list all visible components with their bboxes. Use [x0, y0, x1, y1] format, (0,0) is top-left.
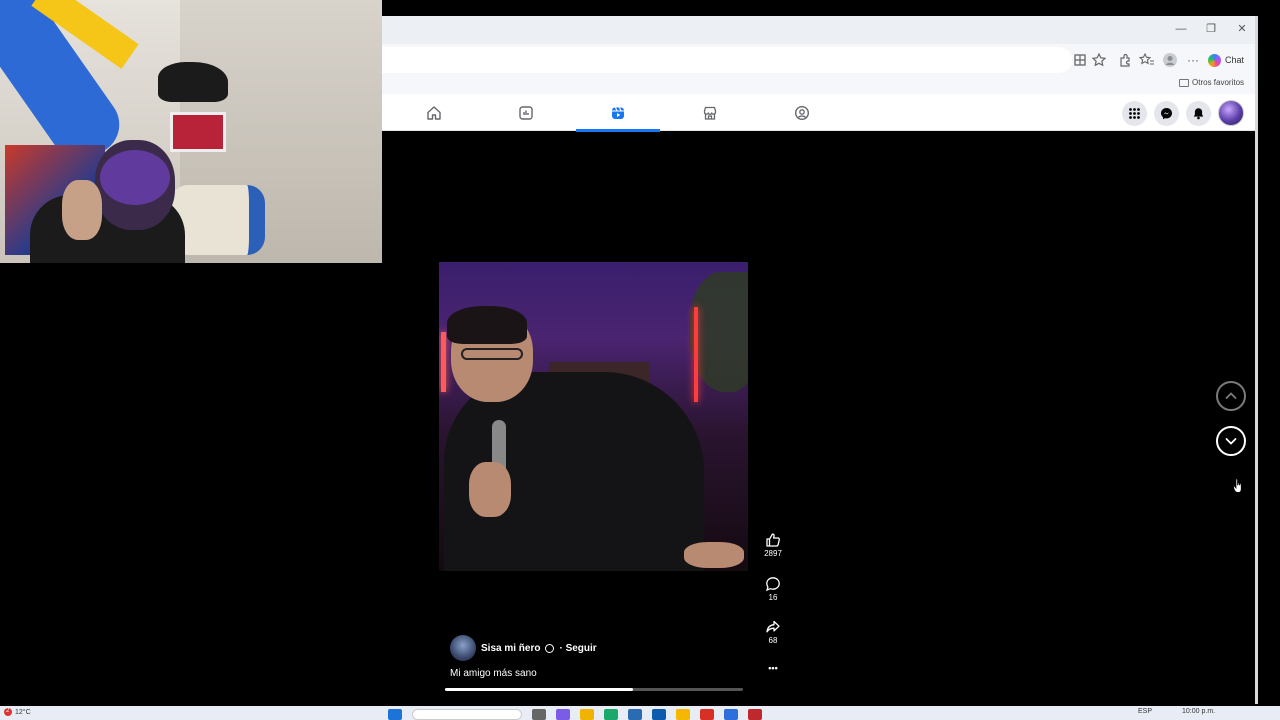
app-icon-2[interactable]: [724, 708, 738, 720]
app-icon-3[interactable]: [748, 708, 762, 720]
like-icon: [766, 533, 780, 547]
streamer-arm: [62, 180, 102, 240]
messenger-icon: [1161, 108, 1172, 120]
screen: — ❐ ✕ ··· Chat Otros favoritos 2897 16 6…: [0, 0, 1280, 720]
app-available-icon[interactable]: [1072, 52, 1088, 68]
marketplace-icon: [703, 106, 717, 120]
windows-taskbar: 2 12°C ESP 10:00 p.m.: [0, 706, 1280, 720]
neon-light-left: [441, 332, 446, 392]
video-icon: [519, 105, 533, 120]
comment-count: 16: [768, 593, 778, 602]
author-name[interactable]: Sisa mi ñero: [481, 643, 540, 654]
comment-button[interactable]: 16: [760, 576, 786, 603]
home-icon: [427, 105, 441, 120]
star-icon[interactable]: [1091, 52, 1107, 68]
gmail-icon[interactable]: [700, 708, 714, 720]
favorites-bar: Otros favoritos: [382, 76, 1255, 94]
speaker-hand-right: [684, 542, 744, 568]
store-icon[interactable]: [628, 708, 642, 720]
file-explorer-icon[interactable]: [580, 708, 594, 720]
speaker-hand: [469, 462, 511, 517]
clock[interactable]: 10:00 p.m.: [1182, 708, 1215, 715]
minimize-button[interactable]: —: [1174, 22, 1188, 36]
notification-count: 2: [6, 708, 10, 714]
sneakers: [158, 62, 228, 102]
streamer-hair: [100, 150, 170, 205]
edge-icon[interactable]: [604, 708, 618, 720]
red-box: [170, 112, 226, 152]
language-indicator[interactable]: ESP: [1138, 708, 1152, 715]
weather-widget[interactable]: 2 12°C: [4, 708, 31, 716]
close-button[interactable]: ✕: [1235, 22, 1249, 36]
windows-start-icon[interactable]: [388, 708, 402, 720]
widgets-icon[interactable]: [556, 708, 570, 720]
tab-watch[interactable]: [484, 94, 568, 131]
chat-label: Chat: [1225, 55, 1245, 65]
taskbar-apps: [388, 708, 762, 720]
notifications-button[interactable]: [1186, 101, 1211, 126]
system-tray: ESP 10:00 p.m.: [1138, 708, 1215, 715]
tab-home[interactable]: [392, 94, 476, 131]
share-button[interactable]: 68: [760, 619, 786, 646]
like-count: 2897: [764, 549, 782, 558]
menu-button[interactable]: [1122, 101, 1147, 126]
webcam-overlay: [0, 0, 382, 263]
verified-icon: [545, 643, 555, 653]
tab-reels[interactable]: [576, 94, 660, 132]
copilot-chat-button[interactable]: Chat: [1208, 50, 1244, 70]
reel-author: Sisa mi ñero · Seguir: [450, 635, 597, 661]
speaker-glasses: [461, 348, 523, 360]
hand-cursor-icon: [1233, 478, 1242, 493]
task-view-icon[interactable]: [532, 708, 546, 720]
like-button[interactable]: 2897: [760, 532, 786, 559]
tab-marketplace[interactable]: [668, 94, 752, 131]
other-favorites-folder[interactable]: Otros favoritos: [1179, 78, 1244, 87]
other-favorites-label: Otros favoritos: [1192, 78, 1245, 87]
profile-avatar[interactable]: [1218, 100, 1244, 126]
folder-icon: [1179, 78, 1189, 87]
favorites-icon[interactable]: [1138, 52, 1155, 68]
speaker-hair: [447, 306, 527, 344]
title-bar: — ❐ ✕: [382, 16, 1255, 44]
video-progress-fill: [445, 688, 633, 691]
more-icon[interactable]: ···: [1185, 52, 1201, 68]
reels-icon: [612, 106, 624, 119]
bell-icon: [1193, 108, 1204, 120]
author-avatar[interactable]: [450, 635, 476, 661]
address-bar-row: ··· Chat: [382, 44, 1255, 76]
copilot-icon: [1208, 53, 1221, 67]
follow-button[interactable]: · Seguir: [559, 643, 596, 654]
app-icon[interactable]: [652, 708, 666, 720]
address-input[interactable]: [382, 47, 1072, 73]
video-progress-bar[interactable]: [445, 688, 743, 691]
facebook-navbar: [382, 94, 1255, 132]
profile-icon[interactable]: [1162, 52, 1178, 68]
reel-video[interactable]: [439, 262, 748, 571]
next-reel-button[interactable]: [1216, 426, 1246, 456]
menu-grid-icon: [1129, 108, 1140, 119]
neon-light: [694, 307, 698, 402]
chrome-icon[interactable]: [676, 708, 690, 720]
chevron-up-icon: [1225, 392, 1237, 399]
share-count: 68: [768, 636, 778, 645]
taskbar-search[interactable]: [412, 708, 522, 720]
messenger-button[interactable]: [1154, 101, 1179, 126]
previous-reel-button[interactable]: [1216, 381, 1246, 411]
comment-icon: [765, 577, 780, 592]
more-options-button[interactable]: •••: [760, 663, 786, 673]
tab-groups[interactable]: [760, 94, 844, 131]
extensions-icon[interactable]: [1117, 52, 1133, 68]
reel-caption: Mi amigo más sano: [450, 668, 537, 679]
groups-icon: [794, 105, 810, 120]
share-icon: [766, 620, 780, 633]
temperature: 12°C: [15, 708, 31, 716]
restore-button[interactable]: ❐: [1204, 22, 1218, 36]
chevron-down-icon: [1225, 438, 1237, 445]
